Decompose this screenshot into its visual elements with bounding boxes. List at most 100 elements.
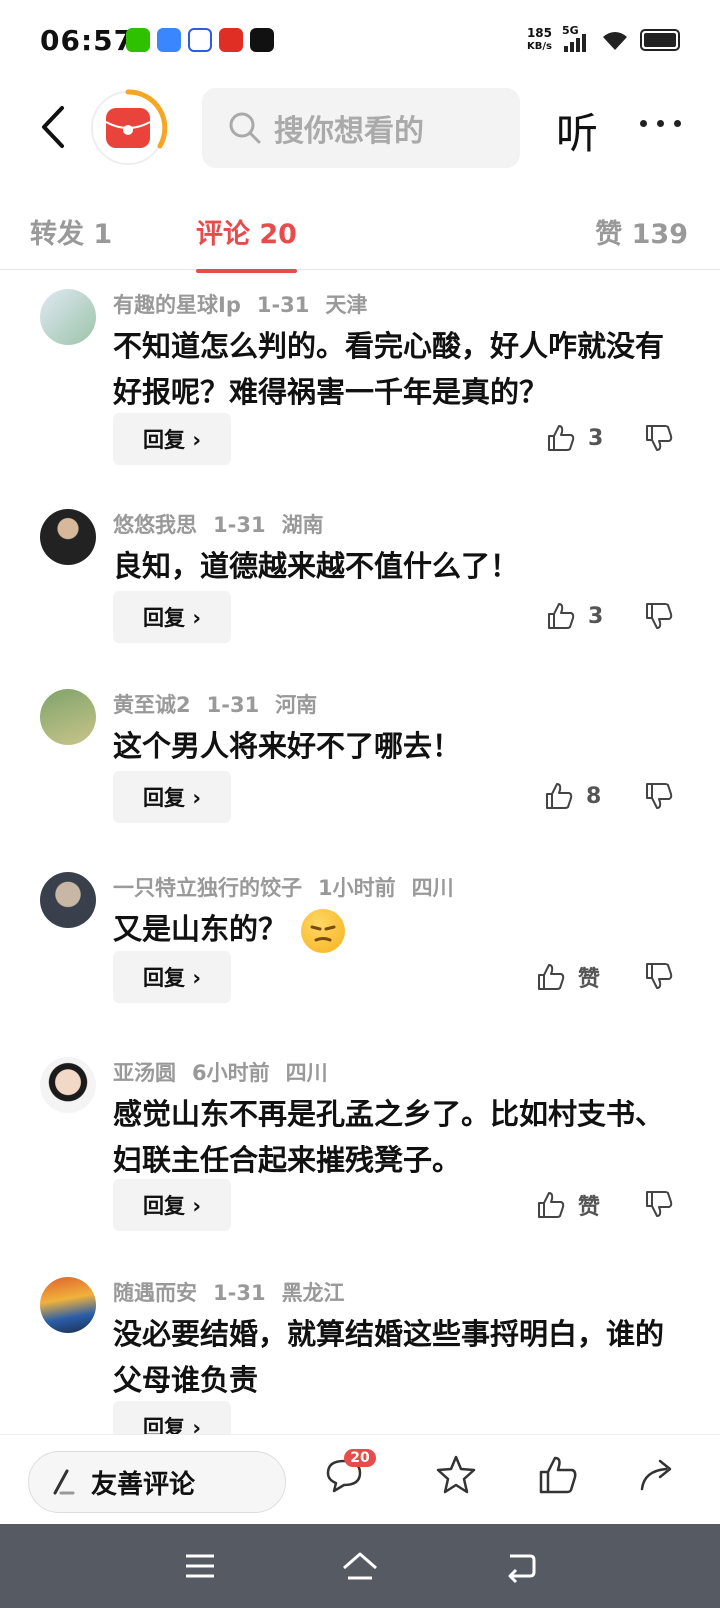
back-icon[interactable] <box>500 1546 540 1586</box>
more-menu-icon[interactable] <box>640 120 681 127</box>
comment-date: 1-31 <box>256 293 310 317</box>
comment-region: 湖南 <box>281 513 324 537</box>
comment-item: 亚汤圆 6小时前 四川 感觉山东不再是孔孟之乡了。比如村支书、妇联主任合起来摧残凳子… <box>0 1039 720 1259</box>
comment-date: 1-31 <box>213 513 266 537</box>
comment-text: 不知道怎么判的。看完心酸，好人咋就没有好报呢？难得祸害一千年是真的？ <box>113 329 665 409</box>
search-input[interactable]: 搜你想看的 <box>202 88 520 168</box>
like-count: 赞 <box>578 967 601 992</box>
comment-text: 没必要结婚，就算结婚这些事捋明白，谁的父母谁负责 <box>113 1317 665 1397</box>
thumbs-up-icon <box>538 1192 565 1218</box>
reply-button[interactable]: 回复 › <box>113 413 231 465</box>
comment-item: 悠悠我思 1-31 湖南 良知，道德越来越不值什么了！ 回复 › 3 <box>0 491 720 671</box>
comment-date: 1小时前 <box>318 876 396 900</box>
baidu-icon <box>188 28 212 52</box>
douyin-icon <box>250 28 274 52</box>
comment-username[interactable]: 随遇而安 <box>113 1281 197 1305</box>
share-arrow-icon[interactable] <box>636 1453 680 1497</box>
avatar[interactable] <box>40 289 96 345</box>
back-arrow-icon[interactable] <box>34 102 74 152</box>
thumbs-up-icon <box>546 783 573 809</box>
home-icon[interactable] <box>340 1546 380 1586</box>
comment-username[interactable]: 悠悠我思 <box>113 513 197 537</box>
thumbs-down-icon[interactable] <box>644 781 674 811</box>
reply-button[interactable]: 回复 › <box>113 951 231 1003</box>
status-time: 06:57 <box>40 24 135 57</box>
avatar[interactable] <box>40 872 96 928</box>
net-speed: 185 KB/s <box>526 26 552 53</box>
comment-username[interactable]: 黄至诚2 <box>113 693 191 717</box>
thumbs-up-icon <box>538 964 565 990</box>
top-navigation: 搜你想看的 听 <box>0 84 720 180</box>
comment-meta: 随遇而安 1-31 黑龙江 <box>113 1277 361 1307</box>
comment-item: 一只特立独行的饺子 1小时前 四川 又是山东的？ 回复 › 赞 <box>0 854 720 1039</box>
wifi-icon <box>603 32 627 50</box>
like-button[interactable]: 3 <box>546 601 603 631</box>
like-count: 3 <box>588 603 604 629</box>
search-placeholder: 搜你想看的 <box>274 114 424 149</box>
comment-region: 四川 <box>411 876 454 900</box>
avatar[interactable] <box>40 1277 96 1333</box>
comment-input-label: 友善评论 <box>91 1469 196 1500</box>
tab-comment[interactable]: 评论 20 <box>196 212 297 273</box>
comment-meta: 一只特立独行的饺子 1小时前 四川 <box>113 872 470 902</box>
comment-date: 1-31 <box>213 1281 266 1305</box>
battery-icon <box>640 29 680 51</box>
comment-region: 天津 <box>325 293 368 317</box>
detail-tabs: 转发 1 评论 20 赞 139 <box>0 200 720 273</box>
comment-item: 黄至诚2 1-31 河南 这个男人将来好不了哪去！ 回复 › 8 <box>0 671 720 851</box>
like-count: 赞 <box>578 1195 601 1220</box>
comment-text: 感觉山东不再是孔孟之乡了。比如村支书、妇联主任合起来摧残凳子。 <box>113 1097 665 1177</box>
menu-icon[interactable] <box>180 1546 220 1586</box>
reply-button[interactable]: 回复 › <box>113 771 231 823</box>
like-button[interactable]: 赞 <box>536 1189 600 1221</box>
notification-icons <box>126 28 274 52</box>
avatar[interactable] <box>40 689 96 745</box>
comment-region: 河南 <box>275 693 318 717</box>
like-count: 3 <box>588 425 604 451</box>
thumbs-up-icon <box>548 425 575 451</box>
comment-list[interactable]: 有趣的星球Ip 1-31 天津 不知道怎么判的。看完心酸，好人咋就没有好报呢？难得祸… <box>0 271 720 1434</box>
thumbs-down-icon[interactable] <box>644 961 674 991</box>
comment-item: 随遇而安 1-31 黑龙江 没必要结婚，就算结婚这些事捋明白，谁的父母谁负责 回复 … <box>0 1259 720 1434</box>
reply-button[interactable]: 回复 › <box>113 1401 231 1434</box>
comment-meta: 黄至诚2 1-31 河南 <box>113 689 333 719</box>
comment-region: 四川 <box>285 1061 328 1085</box>
thumbs-down-icon[interactable] <box>644 423 674 453</box>
signal-5g-icon: 5G <box>562 24 590 54</box>
comment-username[interactable]: 有趣的星球Ip <box>113 293 241 317</box>
tab-forward[interactable]: 转发 1 <box>30 212 112 251</box>
reply-button[interactable]: 回复 › <box>113 1179 231 1231</box>
thumbs-up-icon[interactable] <box>536 1453 580 1497</box>
comment-count-badge: 20 <box>344 1449 376 1467</box>
comment-input[interactable]: 友善评论 <box>28 1451 286 1513</box>
wechat-icon <box>126 28 150 52</box>
pinduoduo-icon <box>219 28 243 52</box>
avatar[interactable] <box>40 1057 96 1113</box>
like-count: 8 <box>586 783 602 809</box>
thumbs-down-icon[interactable] <box>644 601 674 631</box>
comment-text: 又是山东的？ <box>113 906 673 953</box>
search-icon <box>229 112 261 144</box>
comment-region: 黑龙江 <box>281 1281 345 1305</box>
comment-date: 1-31 <box>206 693 260 717</box>
like-button[interactable]: 8 <box>544 781 601 811</box>
account-avatar[interactable] <box>88 88 168 168</box>
unamused-face-emoji-icon <box>301 909 346 953</box>
listen-button[interactable]: 听 <box>556 100 598 161</box>
thumbs-down-icon[interactable] <box>644 1189 674 1219</box>
comment-username[interactable]: 亚汤圆 <box>113 1061 176 1085</box>
bottom-action-bar: 友善评论 20 <box>0 1434 720 1524</box>
status-right: 185 KB/s 5G <box>526 24 680 54</box>
tab-like[interactable]: 赞 139 <box>595 212 688 251</box>
system-navigation-bar <box>0 1524 720 1608</box>
comment-username[interactable]: 一只特立独行的饺子 <box>113 876 302 900</box>
comment-item: 有趣的星球Ip 1-31 天津 不知道怎么判的。看完心酸，好人咋就没有好报呢？难得祸… <box>0 271 720 491</box>
reply-button[interactable]: 回复 › <box>113 591 231 643</box>
like-button[interactable]: 赞 <box>536 961 600 993</box>
avatar[interactable] <box>40 509 96 565</box>
status-bar: 06:57 185 KB/s 5G <box>0 0 720 84</box>
like-button[interactable]: 3 <box>546 423 603 453</box>
star-icon[interactable] <box>434 1453 478 1497</box>
comment-text: 这个男人将来好不了哪去！ <box>113 729 462 763</box>
comment-meta: 悠悠我思 1-31 湖南 <box>113 509 340 539</box>
